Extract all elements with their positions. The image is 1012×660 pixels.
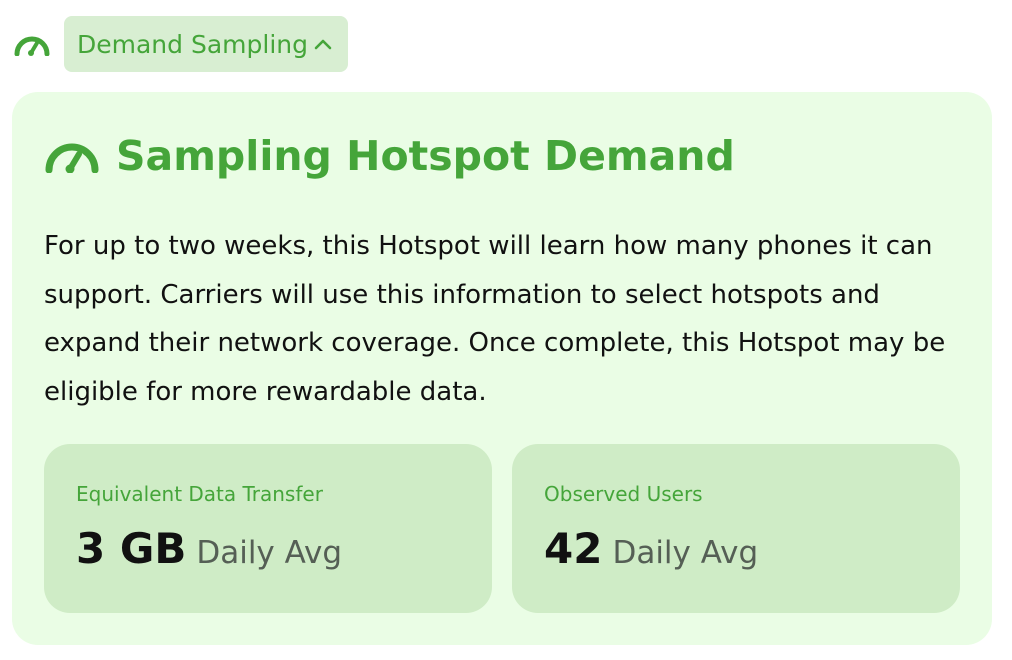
card-title-row: Sampling Hotspot Demand [44, 132, 735, 180]
demand-sampling-toggle-button[interactable]: Demand Sampling [64, 16, 348, 72]
stat-data-transfer: Equivalent Data Transfer 3 GB Daily Avg [44, 444, 492, 613]
card-description: For up to two weeks, this Hotspot will l… [44, 231, 946, 407]
gauge-icon [44, 136, 100, 176]
stat-label: Equivalent Data Transfer [76, 482, 323, 506]
stat-observed-users: Observed Users 42 Daily Avg [512, 444, 960, 613]
stat-value-row: 42 Daily Avg [544, 524, 758, 573]
stat-unit: Daily Avg [196, 535, 343, 571]
toggle-label: Demand Sampling [77, 29, 308, 59]
stat-value: 3 GB [76, 524, 187, 573]
section-header: Demand Sampling [12, 16, 348, 72]
stat-label: Observed Users [544, 482, 703, 506]
chevron-up-icon [314, 38, 332, 50]
stat-value: 42 [544, 524, 603, 573]
sampling-card: Sampling Hotspot Demand For up to two we… [12, 92, 992, 645]
gauge-icon [12, 30, 52, 58]
stat-unit: Daily Avg [612, 535, 759, 571]
stat-value-row: 3 GB Daily Avg [76, 524, 342, 573]
card-title: Sampling Hotspot Demand [116, 132, 735, 180]
